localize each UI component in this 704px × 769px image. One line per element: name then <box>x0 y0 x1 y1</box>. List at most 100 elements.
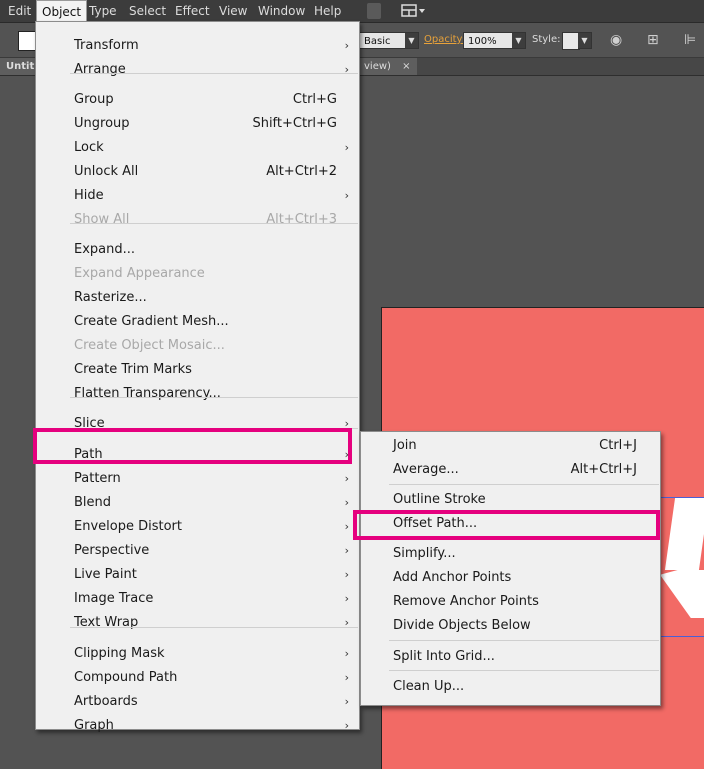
menu-item-label: Expand... <box>74 242 136 257</box>
brush-definition-dropdown[interactable]: Basic ▼ <box>359 32 419 49</box>
chevron-right-icon: › <box>344 63 349 76</box>
submenu-item-simplify[interactable]: Simplify... <box>361 542 660 566</box>
menu-item-label: Envelope Distort <box>74 519 182 534</box>
menu-separator <box>70 73 358 74</box>
menu-item-clipping-mask[interactable]: Clipping Mask › <box>36 642 359 666</box>
menu-item-label: Lock <box>74 140 104 155</box>
menu-item-pattern[interactable]: Pattern › <box>36 467 359 491</box>
submenu-item-remove-anchor-points[interactable]: Remove Anchor Points <box>361 590 660 614</box>
menu-object[interactable]: Object <box>36 0 88 22</box>
menu-item-label: Perspective <box>74 543 150 558</box>
chevron-down-icon: ▼ <box>578 33 591 48</box>
menu-item-graph[interactable]: Graph › <box>36 714 359 738</box>
transform-icon[interactable]: ⊫ <box>684 32 696 48</box>
menu-item-transform[interactable]: Transform › <box>36 34 359 58</box>
document-tab-label: Untit <box>6 61 35 72</box>
menu-item-label: Transform <box>74 38 139 53</box>
submenu-item-add-anchor-points[interactable]: Add Anchor Points <box>361 566 660 590</box>
menu-item-label: Create Object Mosaic... <box>74 338 225 353</box>
menu-separator <box>70 627 358 628</box>
menu-item-label: Blend <box>74 495 112 510</box>
menu-item-envelope-distort[interactable]: Envelope Distort › <box>36 515 359 539</box>
submenu-item-outline-stroke[interactable]: Outline Stroke <box>361 488 660 512</box>
menu-item-label: Hide <box>74 188 104 203</box>
chevron-right-icon: › <box>344 544 349 557</box>
menu-item-ungroup[interactable]: Ungroup Shift+Ctrl+G <box>36 112 359 136</box>
menu-item-live-paint[interactable]: Live Paint › <box>36 563 359 587</box>
submenu-item-label: Join <box>393 438 417 453</box>
menu-item-label: Create Gradient Mesh... <box>74 314 229 329</box>
align-icon[interactable]: ⊞ <box>647 32 659 48</box>
menu-select[interactable]: Select <box>124 0 171 22</box>
menu-separator <box>389 670 659 671</box>
menu-item-create-trim-marks[interactable]: Create Trim Marks <box>36 358 359 382</box>
submenu-item-split-into-grid[interactable]: Split Into Grid... <box>361 645 660 669</box>
menu-item-label: Flatten Transparency... <box>74 386 221 401</box>
chevron-right-icon: › <box>344 719 349 732</box>
menu-item-expand-appearance: Expand Appearance <box>36 262 359 286</box>
menu-item-shortcut: Alt+Ctrl+3 <box>266 212 337 227</box>
menu-item-expand[interactable]: Expand... <box>36 238 359 262</box>
menu-item-flatten-transparency[interactable]: Flatten Transparency... <box>36 382 359 406</box>
menu-item-label: Expand Appearance <box>74 266 205 281</box>
chevron-right-icon: › <box>344 520 349 533</box>
submenu-item-clean-up[interactable]: Clean Up... <box>361 675 660 699</box>
opacity-field[interactable]: 100% ▼ <box>463 32 526 49</box>
selection-guide <box>659 636 704 637</box>
menu-item-group[interactable]: Group Ctrl+G <box>36 88 359 112</box>
menu-item-label: Unlock All <box>74 164 139 179</box>
menu-item-blend[interactable]: Blend › <box>36 491 359 515</box>
menu-item-lock[interactable]: Lock › <box>36 136 359 160</box>
menubar: Edit Object Type Select Effect View Wind… <box>0 0 704 23</box>
menu-item-label: Live Paint <box>74 567 137 582</box>
bridge-icon[interactable] <box>367 3 381 19</box>
chevron-right-icon: › <box>344 568 349 581</box>
document-tab[interactable]: view) × <box>358 58 417 75</box>
object-menu: Transform › Arrange › Group Ctrl+G Ungroup Shif… <box>35 21 360 733</box>
menu-type[interactable]: Type <box>84 0 122 22</box>
text-glyph-shape[interactable] <box>660 570 704 618</box>
chevron-down-icon: ▼ <box>512 33 525 48</box>
menu-view[interactable]: View <box>214 0 252 22</box>
menu-item-shortcut: Shift+Ctrl+G <box>252 116 337 131</box>
chevron-right-icon: › <box>344 695 349 708</box>
highlight-offset-path-item <box>353 510 660 540</box>
chevron-right-icon: › <box>344 647 349 660</box>
menu-item-arrange[interactable]: Arrange › <box>36 58 359 82</box>
menu-item-label: Clipping Mask <box>74 646 165 661</box>
menu-item-image-trace[interactable]: Image Trace › <box>36 587 359 611</box>
menu-item-create-gradient-mesh[interactable]: Create Gradient Mesh... <box>36 310 359 334</box>
style-dropdown[interactable]: ▼ <box>578 32 592 49</box>
menu-item-artboards[interactable]: Artboards › <box>36 690 359 714</box>
menu-window[interactable]: Window <box>253 0 310 22</box>
menu-item-shortcut: Alt+Ctrl+2 <box>266 164 337 179</box>
menu-item-hide[interactable]: Hide › <box>36 184 359 208</box>
menu-help[interactable]: Help <box>309 0 346 22</box>
submenu-item-divide-objects-below[interactable]: Divide Objects Below <box>361 614 660 638</box>
menu-separator <box>70 223 358 224</box>
menu-item-text-wrap[interactable]: Text Wrap › <box>36 611 359 635</box>
submenu-item-label: Simplify... <box>393 546 456 561</box>
recolor-artwork-icon[interactable]: ◉ <box>610 32 622 48</box>
submenu-item-join[interactable]: Join Ctrl+J <box>361 434 660 458</box>
menu-item-label: Show All <box>74 212 130 227</box>
arrange-documents-icon[interactable] <box>401 3 427 19</box>
menu-item-label: Rasterize... <box>74 290 147 305</box>
menu-item-compound-path[interactable]: Compound Path › <box>36 666 359 690</box>
menu-separator <box>70 397 358 398</box>
menu-item-rasterize[interactable]: Rasterize... <box>36 286 359 310</box>
close-icon[interactable]: × <box>402 61 410 72</box>
menu-item-perspective[interactable]: Perspective › <box>36 539 359 563</box>
menu-effect[interactable]: Effect <box>170 0 215 22</box>
menu-edit[interactable]: Edit <box>3 0 36 22</box>
opacity-label[interactable]: Opacity: <box>424 33 465 47</box>
menu-item-create-object-mosaic: Create Object Mosaic... <box>36 334 359 358</box>
menu-item-label: Image Trace <box>74 591 154 606</box>
submenu-item-average[interactable]: Average... Alt+Ctrl+J <box>361 458 660 482</box>
text-glyph-shape[interactable] <box>664 498 704 570</box>
menu-item-label: Ungroup <box>74 116 130 131</box>
document-tab-label: view) <box>364 61 391 72</box>
path-submenu: Join Ctrl+J Average... Alt+Ctrl+J Outline St… <box>360 431 661 706</box>
submenu-item-label: Clean Up... <box>393 679 465 694</box>
menu-item-unlock-all[interactable]: Unlock All Alt+Ctrl+2 <box>36 160 359 184</box>
